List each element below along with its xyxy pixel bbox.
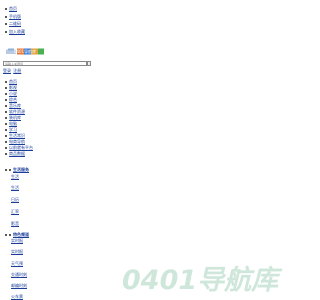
register-link[interactable]: 注册 (13, 68, 21, 73)
nav-list: 首页 影视 小说 综合 音乐库 软件资源 装机库 电脑 学习 生活常识 电商导航… (5, 79, 33, 157)
bullet-icon (5, 81, 7, 83)
section-2-item[interactable]: 火车票 (11, 294, 23, 300)
bullet-icon (5, 141, 7, 143)
bullet-icon (5, 153, 7, 155)
bullet-icon (5, 8, 7, 10)
bullet-icon (5, 135, 7, 137)
bullet-icon (5, 123, 7, 125)
nav-item[interactable]: 商品数据 (5, 151, 33, 157)
logo-text: 0401导航库 (14, 48, 36, 54)
watermark-text: 0401导航库 (122, 265, 283, 294)
search-input[interactable] (3, 61, 87, 66)
bullet-icon (5, 111, 7, 113)
bullet-icon (5, 23, 7, 25)
section-2-item[interactable]: 交通时刻 (11, 272, 27, 278)
section-1-item[interactable]: 汇率 (11, 209, 19, 215)
top-link-home[interactable]: 首页 (5, 5, 25, 13)
section-2-title-line2[interactable]: 实时报 (11, 238, 23, 244)
top-link-mobile[interactable]: 手机版 (5, 13, 25, 21)
section-1-item[interactable]: 日历 (11, 197, 19, 203)
bullet-icon (5, 15, 7, 18)
section-1-title: 生活服务 (5, 167, 29, 173)
login-link[interactable]: 登录 (3, 68, 11, 73)
watermark-logo: 0401导航库 (122, 265, 283, 294)
bullet-icon (5, 105, 7, 107)
quick-links: 登录 注册 (3, 68, 22, 74)
bullet-icon (5, 234, 7, 236)
top-link-favorite[interactable]: 加入收藏 (5, 28, 25, 36)
section-1-item[interactable]: 影音 (11, 221, 19, 227)
bullet-icon (5, 117, 7, 119)
bullet-icon (5, 30, 7, 33)
bullet-icon (5, 93, 7, 95)
section-2-item[interactable]: 实时报 (11, 249, 23, 255)
top-links: 首页 手机版 二维码 加入收藏 (5, 5, 25, 35)
bullet-icon (5, 87, 7, 89)
top-link-qrcode[interactable]: 二维码 (5, 20, 25, 28)
bullet-icon (9, 169, 11, 171)
bullet-icon (5, 169, 7, 171)
section-2-item[interactable]: 天气预 (11, 261, 23, 267)
bullet-icon (5, 99, 7, 101)
section-1-title-line2[interactable]: 生活 (11, 174, 19, 180)
site-logo[interactable]: 0401导航库 (5, 48, 45, 55)
section-2-item[interactable]: 邮编时刻 (11, 283, 27, 289)
search-button[interactable] (87, 61, 91, 66)
bullet-icon (5, 129, 7, 131)
bullet-icon (9, 234, 11, 236)
bullet-icon (5, 147, 7, 149)
section-1-item[interactable]: 生活 (11, 185, 19, 191)
